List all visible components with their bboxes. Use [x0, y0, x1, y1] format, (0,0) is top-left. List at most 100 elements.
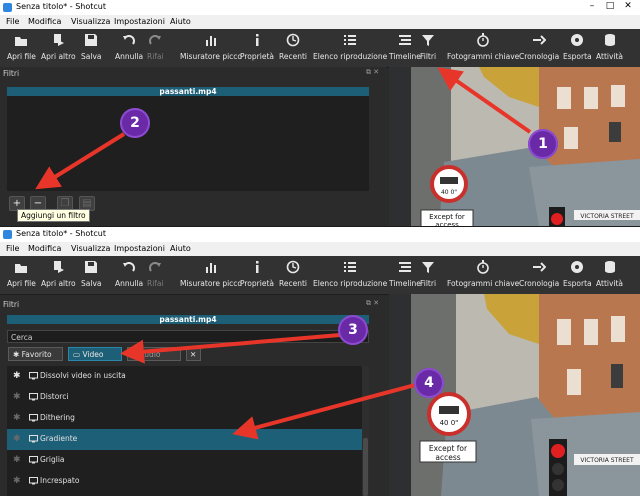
favorite-star-icon[interactable]: ✱ — [13, 413, 21, 423]
toolbar-cronologia-button[interactable]: Cronologia — [519, 260, 559, 292]
main-toolbar-2: Apri file Apri altro Salva Annulla Rifai Misu… — [0, 256, 640, 295]
filter-list-item[interactable]: ✱ Dithering — [7, 408, 362, 429]
toolbar-annulla-button[interactable]: Annulla — [115, 260, 143, 292]
svg-text:VICTORIA STREET: VICTORIA STREET — [580, 457, 634, 464]
svg-text:Except for: Except for — [429, 213, 465, 221]
open-other-icon — [54, 34, 65, 46]
favorite-star-icon[interactable]: ✱ — [13, 455, 21, 465]
open-file-icon — [15, 264, 28, 273]
svg-text:40 0": 40 0" — [441, 189, 457, 196]
filter-name: Distorci — [40, 392, 69, 401]
menu-modifica[interactable]: Modifica — [28, 244, 61, 253]
filter-icon — [422, 35, 435, 46]
properties-icon — [255, 34, 259, 46]
favorite-star-icon[interactable]: ✱ — [13, 434, 21, 444]
toolbar-elenco-riproduzione-button[interactable]: Elenco riproduzione — [313, 260, 387, 292]
toolbar-filtri-button[interactable]: Filtri — [420, 33, 436, 65]
toolbar-apri-file-button[interactable]: Apri file — [7, 33, 36, 65]
toolbar-apri-altro-button[interactable]: Apri altro — [41, 260, 76, 292]
filter-list-item[interactable]: ✱ Griglia — [7, 450, 362, 471]
favorite-star-icon[interactable]: ✱ — [13, 476, 21, 486]
save-icon — [85, 34, 98, 46]
main-toolbar: Apri file Apri altro Salva Annulla Rifai Misu… — [0, 29, 640, 68]
monitor-icon — [29, 372, 38, 382]
video-preview[interactable]: 40 0" Except for access VICTORIA STREET — [389, 67, 640, 227]
toolbar-proprietà-button[interactable]: Proprietà — [240, 260, 274, 292]
tab-favorite[interactable]: ✱ Favorito — [8, 347, 63, 361]
properties-icon — [255, 261, 259, 273]
filter-list-item[interactable]: ✱ Increspato — [7, 471, 362, 492]
filter-search-input[interactable]: Cerca — [7, 330, 369, 343]
add-filter-tooltip: Aggiungi un filtro — [17, 209, 90, 222]
toolbar-elenco-riproduzione-button[interactable]: Elenco riproduzione — [313, 33, 387, 65]
filter-list-item[interactable]: ✱ Gradiente — [7, 429, 362, 450]
step-badge-1: 1 — [528, 129, 558, 159]
menu-impostazioni[interactable]: Impostazioni — [114, 244, 165, 253]
toolbar-rifai-button[interactable]: Rifai — [147, 33, 164, 65]
toolbar-esporta-button[interactable]: Esporta — [563, 33, 592, 65]
peak-meter-icon — [206, 36, 217, 46]
menu-file[interactable]: File — [6, 244, 19, 253]
monitor-icon — [29, 393, 38, 403]
toolbar-salva-button[interactable]: Salva — [81, 260, 101, 292]
jobs-icon — [604, 261, 615, 273]
menu-aiuto[interactable]: Aiuto — [170, 17, 191, 26]
menu-bar-2: File Modifica Visualizza Impostazioni Ai… — [0, 242, 640, 256]
toolbar-fotogrammi-chiave-button[interactable]: Fotogrammi chiave — [447, 33, 519, 65]
svg-text:access: access — [435, 453, 460, 462]
filter-name: Dithering — [40, 413, 75, 422]
toolbar-filtri-button[interactable]: Filtri — [420, 260, 436, 292]
keyframes-icon — [477, 33, 489, 47]
menu-file[interactable]: File — [6, 17, 19, 26]
toolbar-annulla-button[interactable]: Annulla — [115, 33, 143, 65]
toolbar-timeline-button[interactable]: Timeline — [389, 260, 421, 292]
filter-name: Dissolvi video in uscita — [40, 371, 126, 380]
dock-buttons-icon[interactable]: ⧉ ✕ — [366, 68, 379, 77]
menu-aiuto[interactable]: Aiuto — [170, 244, 191, 253]
menu-impostazioni[interactable]: Impostazioni — [114, 17, 165, 26]
tab-audio[interactable]: ♪ Audio — [127, 347, 181, 361]
playlist-icon — [344, 262, 357, 272]
toolbar-apri-altro-button[interactable]: Apri altro — [41, 33, 76, 65]
recent-icon — [286, 260, 300, 274]
toolbar-cronologia-button[interactable]: Cronologia — [519, 33, 559, 65]
toolbar-rifai-button[interactable]: Rifai — [147, 260, 164, 292]
title-bar-2: Senza titolo* - Shotcut — [0, 227, 640, 242]
toolbar-timeline-button[interactable]: Timeline — [389, 33, 421, 65]
close-icon[interactable]: ✕ — [620, 1, 636, 13]
menu-modifica[interactable]: Modifica — [28, 17, 61, 26]
filter-list-scrollbar[interactable] — [362, 366, 369, 496]
toolbar-salva-button[interactable]: Salva — [81, 33, 101, 65]
close-filter-menu-button[interactable]: ✕ — [186, 347, 201, 361]
title-bar: Senza titolo* - Shotcut – □ ✕ — [0, 0, 640, 15]
toolbar-misuratore-picco-button[interactable]: Misuratore picco — [180, 33, 242, 65]
minimize-icon[interactable]: – — [584, 1, 600, 13]
toolbar-recenti-button[interactable]: Recenti — [279, 260, 307, 292]
filter-list-item[interactable]: ✱ Dissolvi video in uscita — [7, 366, 362, 387]
maximize-icon[interactable]: □ — [602, 1, 618, 13]
toolbar-apri-file-button[interactable]: Apri file — [7, 260, 36, 292]
tab-video[interactable]: ▭ Video — [68, 347, 122, 361]
redo-icon — [149, 35, 162, 45]
toolbar-recenti-button[interactable]: Recenti — [279, 33, 307, 65]
menu-visualizza[interactable]: Visualizza — [71, 17, 110, 26]
monitor-icon — [29, 435, 38, 445]
screenshot-top: Senza titolo* - Shotcut – □ ✕ File Modif… — [0, 0, 640, 227]
toolbar-attività-button[interactable]: Attività — [596, 260, 623, 292]
toolbar-proprietà-button[interactable]: Proprietà — [240, 33, 274, 65]
favorite-star-icon[interactable]: ✱ — [13, 392, 21, 402]
menu-visualizza[interactable]: Visualizza — [71, 244, 110, 253]
toolbar-attività-button[interactable]: Attività — [596, 33, 623, 65]
star-icon: ✱ — [13, 350, 22, 359]
toolbar-misuratore-picco-button[interactable]: Misuratore picco — [180, 260, 242, 292]
filter-list-item[interactable]: ✱ Distorci — [7, 387, 362, 408]
window-title: Senza titolo* - Shotcut — [16, 2, 106, 11]
dock-buttons-icon[interactable]: ⧉ ✕ — [366, 299, 379, 308]
redo-icon — [149, 262, 162, 272]
history-icon — [533, 35, 547, 45]
jobs-icon — [604, 34, 615, 46]
favorite-star-icon[interactable]: ✱ — [13, 371, 21, 381]
toolbar-esporta-button[interactable]: Esporta — [563, 260, 592, 292]
monitor-icon — [29, 414, 38, 424]
toolbar-fotogrammi-chiave-button[interactable]: Fotogrammi chiave — [447, 260, 519, 292]
